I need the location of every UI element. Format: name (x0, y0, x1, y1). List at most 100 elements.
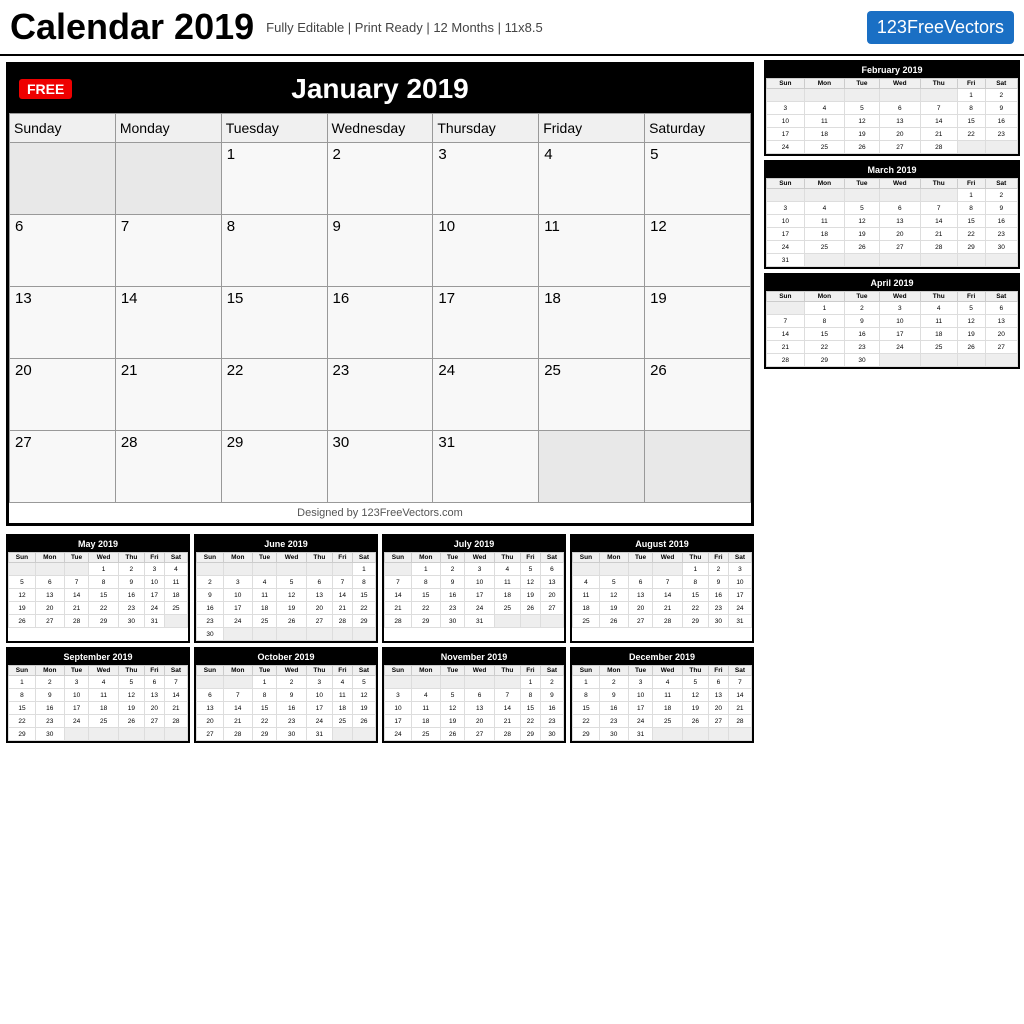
date-cell: 8 (957, 202, 985, 215)
table-row: 567891011 (9, 576, 188, 589)
date-cell: 19 (845, 228, 880, 241)
date-cell (164, 615, 187, 628)
date-cell: 6 (144, 676, 164, 689)
date-cell: 17 (728, 589, 751, 602)
table-row: 9101112131415 (197, 589, 376, 602)
date-cell: 14 (115, 287, 221, 359)
december-calendar: December 2019SunMonTueWedThuFriSat123456… (570, 647, 754, 743)
date-cell: 24 (628, 715, 653, 728)
date-cell: 19 (682, 702, 708, 715)
date-cell: 15 (89, 589, 118, 602)
date-cell (223, 676, 252, 689)
november-calendar: November 2019SunMonTueWedThuFriSat123456… (382, 647, 566, 743)
date-cell (804, 254, 844, 267)
january-title: January 2019 (17, 73, 743, 105)
page-title: Calendar 2019 (10, 6, 254, 48)
date-cell: 10 (385, 702, 412, 715)
date-cell: 12 (957, 315, 985, 328)
date-cell (352, 728, 375, 741)
date-cell: 7 (64, 576, 89, 589)
date-cell: 15 (411, 589, 440, 602)
date-cell: 13 (10, 287, 116, 359)
day-header: Mon (223, 553, 252, 563)
date-cell: 8 (411, 576, 440, 589)
date-cell: 5 (277, 576, 306, 589)
date-cell: 8 (352, 576, 375, 589)
january-header: FREE January 2019 (9, 65, 751, 113)
date-cell: 20 (10, 359, 116, 431)
day-header: Fri (144, 666, 164, 676)
date-cell: 1 (573, 676, 600, 689)
date-cell: 26 (277, 615, 306, 628)
date-cell: 31 (306, 728, 332, 741)
date-cell: 27 (879, 241, 920, 254)
may-calendar: May 2019SunMonTueWedThuFriSat12345678910… (6, 534, 190, 643)
date-cell: 26 (682, 715, 708, 728)
date-cell: 17 (385, 715, 412, 728)
date-cell: 11 (411, 702, 440, 715)
table-row: 23242526272829 (197, 615, 376, 628)
date-cell: 22 (9, 715, 36, 728)
day-header: Wed (89, 553, 118, 563)
date-cell: 20 (708, 702, 728, 715)
date-cell: 2 (708, 563, 728, 576)
september-calendar: September 2019SunMonTueWedThuFriSat12345… (6, 647, 190, 743)
date-cell: 15 (520, 702, 540, 715)
date-cell: 10 (144, 576, 164, 589)
date-cell: 22 (520, 715, 540, 728)
date-cell (728, 728, 751, 741)
date-cell (653, 728, 682, 741)
table-row: 78910111213 (385, 576, 564, 589)
date-cell: 22 (957, 128, 985, 141)
date-cell (920, 254, 957, 267)
august-grid: SunMonTueWedThuFriSat1234567891011121314… (572, 552, 752, 628)
date-cell: 2 (845, 302, 880, 315)
date-cell (628, 563, 653, 576)
table-row: 2728293031 (10, 431, 751, 503)
table-row: 22232425262728 (9, 715, 188, 728)
date-cell: 8 (573, 689, 600, 702)
date-cell: 1 (957, 189, 985, 202)
table-row: 30 (197, 628, 376, 641)
date-cell: 2 (327, 143, 433, 215)
date-cell: 27 (10, 431, 116, 503)
table-row: 12131415161718 (9, 589, 188, 602)
table-row: 262728293031 (9, 615, 188, 628)
table-row: 25262728293031 (573, 615, 752, 628)
date-cell: 30 (277, 728, 306, 741)
date-cell: 25 (653, 715, 682, 728)
date-cell: 12 (277, 589, 306, 602)
day-header: Thu (920, 79, 957, 89)
date-cell: 6 (879, 102, 920, 115)
day-monday: Monday (115, 114, 221, 143)
date-cell: 24 (64, 715, 89, 728)
date-cell: 25 (164, 602, 187, 615)
date-cell: 15 (9, 702, 36, 715)
date-cell: 5 (440, 689, 465, 702)
date-cell: 8 (804, 315, 844, 328)
date-cell (920, 354, 957, 367)
date-cell (465, 676, 494, 689)
date-cell: 11 (89, 689, 118, 702)
date-cell: 18 (494, 589, 520, 602)
day-header: Tue (845, 179, 880, 189)
date-cell: 2 (985, 189, 1017, 202)
day-friday: Friday (539, 114, 645, 143)
date-cell (539, 431, 645, 503)
date-cell: 29 (804, 354, 844, 367)
date-cell (144, 728, 164, 741)
header-subtitle: Fully Editable | Print Ready | 12 Months… (266, 20, 543, 35)
day-header: Mon (804, 179, 844, 189)
date-cell: 24 (385, 728, 412, 741)
date-cell: 17 (144, 589, 164, 602)
date-cell (804, 189, 844, 202)
table-row: 12 (385, 676, 564, 689)
november-grid: SunMonTueWedThuFriSat1234567891011121314… (384, 665, 564, 741)
date-cell: 11 (804, 215, 844, 228)
day-sunday: Sunday (10, 114, 116, 143)
day-header: Thu (494, 666, 520, 676)
date-cell: 13 (708, 689, 728, 702)
date-cell: 7 (332, 576, 352, 589)
date-cell: 15 (352, 589, 375, 602)
date-cell: 22 (957, 228, 985, 241)
